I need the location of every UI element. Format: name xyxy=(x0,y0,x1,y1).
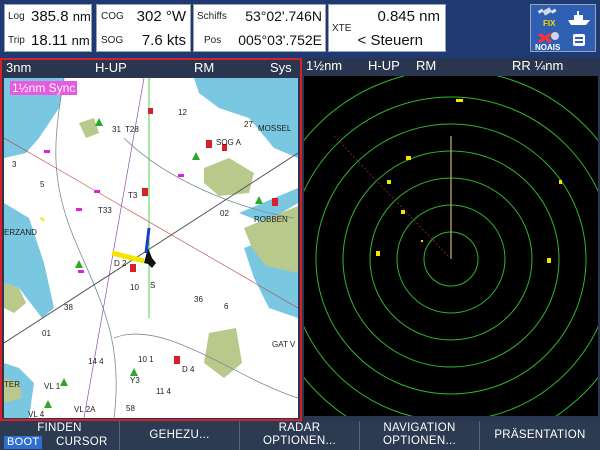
place-vl2a: VL 2A xyxy=(74,405,96,414)
depth-label: 02 xyxy=(220,209,229,218)
depth-label: 58 xyxy=(126,404,135,413)
depth-label: 10 1 xyxy=(138,355,154,364)
chart-graphic xyxy=(4,78,298,418)
position-lat-label: Schiffs xyxy=(197,11,227,22)
softkey-bar: FINDEN BOOT CURSOR GEHEZU... RADAR OPTIO… xyxy=(0,421,600,450)
cog-label: COG xyxy=(101,11,124,22)
softkey-label: FINDEN xyxy=(37,422,82,434)
depth-label: 5 xyxy=(40,180,45,189)
trip-label: Trip xyxy=(8,35,25,46)
softkey-label: GEHEZU... xyxy=(149,429,210,441)
log-label: Log xyxy=(8,11,25,22)
depth-label: S xyxy=(150,281,156,290)
radar-pane[interactable]: 1½nm H-UP RM RR ¼nm xyxy=(302,58,600,421)
chart-pane-header: 3nm H-UP RM Sys xyxy=(2,60,300,76)
softkey-label: RADAR xyxy=(278,422,321,434)
depth-label: 12 xyxy=(178,108,187,117)
no-ais-icon: NOAIS xyxy=(535,30,563,52)
depth-label: 14 4 xyxy=(88,357,104,366)
position-lat-value: 53°02'.746N xyxy=(245,8,322,24)
softkey-navigation-optionen[interactable]: NAVIGATION OPTIONEN... xyxy=(360,421,480,450)
xte-value: 0.845 nm xyxy=(377,8,440,25)
depth-label: 11 4 xyxy=(156,387,171,396)
sog-label: SOG xyxy=(101,35,124,46)
softkey-label: NAVIGATION xyxy=(383,422,456,434)
gps-fix-icon: FIX xyxy=(535,7,563,29)
boot-badge: BOOT xyxy=(4,436,43,449)
depth-label: 36 xyxy=(194,295,203,304)
softkey-label: PRÄSENTATION xyxy=(494,429,586,441)
radar-pane-header: 1½nm H-UP RM RR ¼nm xyxy=(302,58,600,74)
depth-label: 3 xyxy=(12,160,17,169)
softkey-label: OPTIONEN... xyxy=(383,435,456,447)
radar-graphic xyxy=(304,76,598,416)
place-soga: SOG A xyxy=(216,138,241,147)
softkey-gehezu[interactable]: GEHEZU... xyxy=(120,421,240,450)
depth-label: Y3 xyxy=(130,376,140,385)
depth-label: T28 xyxy=(125,125,139,134)
softkey-praesentation[interactable]: PRÄSENTATION xyxy=(480,421,600,450)
position-box[interactable]: Schiffs 53°02'.746N Pos 005°03'.752E xyxy=(193,4,326,52)
depth-label: 31 xyxy=(112,125,121,134)
steer-direction: < Steuern xyxy=(357,32,423,49)
place-gatv: GAT V xyxy=(272,340,296,349)
depth-label: T3 xyxy=(128,191,138,200)
softkey-finden-cursor[interactable]: FINDEN BOOT CURSOR xyxy=(0,421,120,450)
depth-label: 01 xyxy=(42,329,51,338)
radar-range: 1½nm xyxy=(306,58,343,73)
trip-value: 18.11 nm xyxy=(31,32,90,49)
radar-display[interactable] xyxy=(304,76,598,416)
depth-label: T33 xyxy=(98,206,112,215)
place-erzand: ERZAND xyxy=(4,228,37,237)
status-icon-panel[interactable]: FIX NOAIS xyxy=(530,4,596,52)
place-robben: ROBBEN xyxy=(254,215,288,224)
position-lon-label: Pos xyxy=(204,35,222,46)
depth-label: 10 xyxy=(130,283,139,292)
radar-motion: RM xyxy=(416,58,437,73)
depth-label: 27 xyxy=(244,120,253,129)
nautical-chart[interactable]: 1½nm Sync MOSSEL SOG A ROBBEN ERZAND GAT… xyxy=(4,78,298,418)
chart-orientation: H-UP xyxy=(95,60,127,75)
log-value: 385.8 nm xyxy=(31,8,91,25)
depth-label: D 4 xyxy=(182,365,195,374)
place-vl4: VL 4 xyxy=(28,410,45,418)
sog-value: 7.6 kts xyxy=(141,32,186,49)
data-bar: Log 385.8 nm Trip 18.11 nm COG 302 °W SO… xyxy=(0,0,600,58)
chart-motion: RM xyxy=(194,60,215,75)
log-trip-box[interactable]: Log 385.8 nm Trip 18.11 nm xyxy=(4,4,92,52)
chart-pane[interactable]: 3nm H-UP RM Sys 1½nm Sync MOSSEL SOG A R… xyxy=(0,58,302,421)
softkey-radar-optionen[interactable]: RADAR OPTIONEN... xyxy=(240,421,360,450)
xte-label: XTE xyxy=(332,23,352,34)
depth-label: 6 xyxy=(224,302,229,311)
cog-value: 302 °W xyxy=(136,8,186,25)
chart-sys: Sys xyxy=(270,60,292,75)
radar-orientation: H-UP xyxy=(368,58,400,73)
hose-icon xyxy=(565,30,593,52)
boat-icon xyxy=(565,7,593,29)
radar-rings: RR ¼nm xyxy=(512,58,564,73)
place-ter: TER xyxy=(4,380,20,389)
chart-range: 3nm xyxy=(6,60,32,75)
place-vl1: VL 1 xyxy=(44,382,61,391)
softkey-label: OPTIONEN... xyxy=(263,435,336,447)
cog-sog-box[interactable]: COG 302 °W SOG 7.6 kts xyxy=(96,4,191,52)
depth-label: 38 xyxy=(64,303,73,312)
xte-box[interactable]: XTE 0.845 nm < Steuern xyxy=(328,4,446,52)
depth-label: D 2 xyxy=(114,259,127,268)
sync-label: 1½nm Sync xyxy=(10,81,78,95)
position-lon-value: 005°03'.752E xyxy=(238,32,322,48)
place-mossel: MOSSEL xyxy=(258,124,292,133)
softkey-label: CURSOR xyxy=(56,436,108,448)
